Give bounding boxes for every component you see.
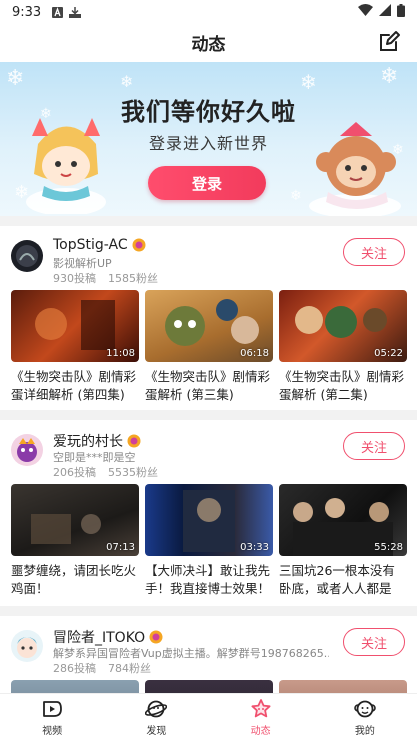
video-thumbnail[interactable]: 03:33 bbox=[145, 484, 273, 556]
snowflake-icon: ❄ bbox=[6, 66, 25, 91]
section-divider bbox=[0, 606, 417, 616]
nav-item-video[interactable]: 视频 bbox=[0, 694, 104, 741]
uploader-name-row[interactable]: 冒险者_ITOKO bbox=[53, 627, 163, 647]
signal-icon bbox=[379, 4, 391, 20]
post-count: 286投稿 bbox=[53, 662, 96, 675]
nav-item-discover[interactable]: 发现 bbox=[104, 694, 208, 741]
video-duration: 11:08 bbox=[106, 348, 135, 359]
page-title: 动态 bbox=[191, 34, 226, 55]
uploader-description: 影视解析UP bbox=[53, 257, 112, 270]
video-duration: 05:22 bbox=[374, 348, 403, 359]
video-thumbnail[interactable]: 06:18 bbox=[145, 290, 273, 362]
video-title[interactable]: 《生物突击队》剧情彩蛋解析 (第三集) bbox=[145, 368, 273, 404]
video-title[interactable]: 《生物突击队》剧情彩蛋详细解析 (第四集) bbox=[11, 368, 139, 404]
video-item[interactable]: 11:08 《生物突击队》剧情彩蛋详细解析 (第四集) bbox=[11, 290, 139, 404]
video-title[interactable]: 《生物突击队》剧情彩蛋解析 (第二集) bbox=[279, 368, 407, 404]
star-icon bbox=[251, 699, 271, 718]
notification-a-icon bbox=[51, 6, 63, 18]
video-icon bbox=[43, 701, 63, 717]
vip-badge-icon bbox=[127, 434, 141, 448]
uploader-description: 解梦系异国冒险者Vup虚拟主播。解梦群号198768265... bbox=[53, 647, 329, 660]
nav-label: 我的 bbox=[354, 726, 375, 737]
banner-subtitle: 登录进入新世界 bbox=[148, 134, 268, 153]
vip-badge-icon bbox=[149, 630, 163, 644]
video-duration: 55:28 bbox=[374, 542, 403, 553]
video-row bbox=[11, 680, 407, 693]
video-duration: 07:13 bbox=[106, 542, 135, 553]
section-divider bbox=[0, 216, 417, 226]
video-row: 07:13 噩梦缠绕，请团长吃火鸡面！ 03:33 【大师决斗】敢让我先手！我直… bbox=[11, 484, 407, 598]
feed-card: TopStig-AC 影视解析UP 930投稿 1585粉丝 关注 11:08 《… bbox=[0, 232, 417, 410]
uploader-name[interactable]: TopStig-AC bbox=[53, 237, 128, 253]
avatar[interactable] bbox=[11, 240, 43, 272]
video-item[interactable]: 55:28 三国坑26一根本没有卧底，或者人人都是卧... bbox=[279, 484, 407, 598]
snowflake-icon: ❄ bbox=[300, 70, 317, 94]
avatar[interactable] bbox=[11, 630, 43, 662]
wifi-icon bbox=[358, 4, 373, 20]
fan-count: 784粉丝 bbox=[108, 662, 151, 675]
video-thumbnail[interactable]: 07:13 bbox=[11, 484, 139, 556]
section-divider bbox=[0, 410, 417, 420]
edit-post-icon[interactable] bbox=[377, 30, 401, 54]
follow-button[interactable]: 关注 bbox=[343, 238, 405, 266]
video-title[interactable]: 【大师决斗】敢让我先手！我直接博士效果！ bbox=[145, 562, 273, 598]
download-icon bbox=[69, 6, 82, 18]
status-time: 9:33 bbox=[12, 4, 42, 20]
feed-card: 爱玩的村长 空即是***即是空 206投稿 5535粉丝 关注 07:13 噩梦缠… bbox=[0, 426, 417, 606]
video-thumbnail[interactable]: 55:28 bbox=[279, 484, 407, 556]
uploader-description: 空即是***即是空 bbox=[53, 451, 136, 464]
left-mascot-illustration bbox=[26, 118, 106, 214]
uploader-stats: 206投稿 5535粉丝 bbox=[53, 464, 158, 480]
battery-icon bbox=[397, 3, 405, 21]
snowflake-icon: ❄ bbox=[380, 64, 399, 89]
uploader-name-row[interactable]: TopStig-AC bbox=[53, 237, 146, 253]
nav-item-mine[interactable]: 我的 bbox=[313, 694, 417, 741]
video-row: 11:08 《生物突击队》剧情彩蛋详细解析 (第四集) 06:18 《生物突击队… bbox=[11, 290, 407, 404]
uploader-name[interactable]: 冒险者_ITOKO bbox=[53, 627, 145, 647]
video-thumbnail[interactable] bbox=[11, 680, 139, 693]
video-title[interactable]: 三国坑26一根本没有卧底，或者人人都是卧... bbox=[279, 562, 407, 598]
nav-label: 视频 bbox=[42, 726, 63, 737]
video-thumbnail[interactable]: 05:22 bbox=[279, 290, 407, 362]
feed-card: 冒险者_ITOKO 解梦系异国冒险者Vup虚拟主播。解梦群号198768265.… bbox=[0, 622, 417, 693]
follow-button[interactable]: 关注 bbox=[343, 432, 405, 460]
post-count: 930投稿 bbox=[53, 272, 96, 285]
avatar[interactable] bbox=[11, 434, 43, 466]
uploader-name-row[interactable]: 爱玩的村长 bbox=[53, 431, 141, 451]
login-button[interactable]: 登录 bbox=[148, 166, 266, 200]
fan-count: 5535粉丝 bbox=[108, 466, 158, 479]
app-header: 动态 bbox=[0, 24, 417, 60]
login-banner[interactable]: ❄ ❄ ❄ ❄ ❄ ❄ ❄ ❄ 我们等你好久啦 登录进入新世界 登录 bbox=[0, 62, 417, 216]
follow-button[interactable]: 关注 bbox=[343, 628, 405, 656]
video-thumbnail[interactable] bbox=[145, 680, 273, 693]
status-bar: 9:33 bbox=[0, 0, 417, 24]
video-item[interactable]: 03:33 【大师决斗】敢让我先手！我直接博士效果！ bbox=[145, 484, 273, 598]
video-duration: 06:18 bbox=[240, 348, 269, 359]
planet-icon bbox=[145, 700, 168, 718]
uploader-stats: 286投稿 784粉丝 bbox=[53, 660, 151, 676]
uploader-stats: 930投稿 1585粉丝 bbox=[53, 270, 158, 286]
monkey-icon bbox=[354, 700, 376, 718]
nav-label: 动态 bbox=[250, 726, 271, 737]
video-duration: 03:33 bbox=[240, 542, 269, 553]
video-item[interactable]: 07:13 噩梦缠绕，请团长吃火鸡面！ bbox=[11, 484, 139, 598]
uploader-name[interactable]: 爱玩的村长 bbox=[53, 431, 123, 451]
video-thumbnail[interactable] bbox=[279, 680, 407, 693]
bottom-nav: 视频 发现 动态 我的 bbox=[0, 693, 417, 741]
snowflake-icon: ❄ bbox=[120, 72, 134, 91]
nav-label: 发现 bbox=[146, 726, 167, 737]
video-item[interactable]: 06:18 《生物突击队》剧情彩蛋解析 (第三集) bbox=[145, 290, 273, 404]
post-count: 206投稿 bbox=[53, 466, 96, 479]
vip-badge-icon bbox=[132, 238, 146, 252]
video-title[interactable]: 噩梦缠绕，请团长吃火鸡面！ bbox=[11, 562, 139, 598]
banner-title: 我们等你好久啦 bbox=[121, 98, 296, 126]
nav-item-feed[interactable]: 动态 bbox=[209, 694, 313, 741]
video-item[interactable]: 05:22 《生物突击队》剧情彩蛋解析 (第二集) bbox=[279, 290, 407, 404]
fan-count: 1585粉丝 bbox=[108, 272, 158, 285]
video-thumbnail[interactable]: 11:08 bbox=[11, 290, 139, 362]
